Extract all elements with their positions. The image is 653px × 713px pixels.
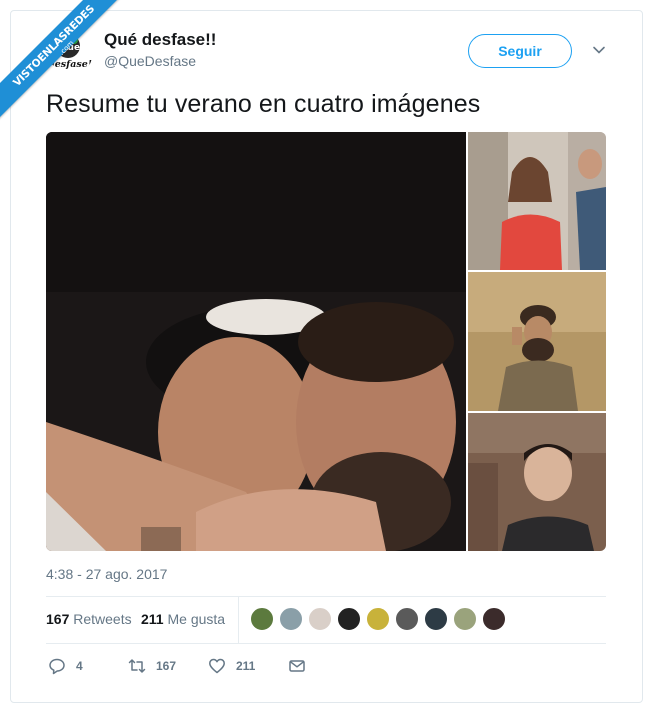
retweets-stat[interactable]: 167 Retweets bbox=[46, 611, 132, 627]
heart-icon bbox=[209, 658, 225, 674]
direct-message-button[interactable] bbox=[288, 654, 306, 678]
chevron-down-icon[interactable] bbox=[591, 42, 607, 58]
tweet-stats: 167 Retweets 211 Me gusta bbox=[46, 597, 606, 643]
liker-avatar[interactable] bbox=[453, 607, 477, 631]
stats-separator bbox=[238, 597, 239, 643]
liker-avatar[interactable] bbox=[395, 607, 419, 631]
retweet-button[interactable]: 167 bbox=[128, 654, 176, 678]
retweets-count: 167 bbox=[46, 611, 70, 627]
watermark-ribbon-text: VISTOENLASREDES bbox=[0, 0, 134, 126]
follow-button[interactable]: Seguir bbox=[468, 34, 572, 68]
likes-count: 211 bbox=[141, 611, 164, 627]
like-count: 211 bbox=[236, 659, 256, 673]
reply-button[interactable]: 4 bbox=[48, 654, 83, 678]
liker-avatar[interactable] bbox=[279, 607, 303, 631]
divider bbox=[46, 643, 606, 644]
likes-stat[interactable]: 211 Me gusta bbox=[141, 611, 225, 627]
liker-avatar[interactable] bbox=[366, 607, 390, 631]
media-photo-3[interactable] bbox=[468, 272, 606, 411]
media-photo-4[interactable] bbox=[468, 413, 606, 551]
retweets-label: Retweets bbox=[73, 611, 132, 627]
tweet-actions: 4 167 211 bbox=[46, 654, 346, 678]
media-photo-2[interactable] bbox=[468, 132, 606, 270]
retweet-count: 167 bbox=[156, 659, 177, 673]
reply-count: 4 bbox=[76, 659, 83, 673]
watermark-ribbon: VISTOENLASREDES bbox=[0, 0, 140, 140]
liker-avatar[interactable] bbox=[424, 607, 448, 631]
tweet-timestamp[interactable]: 4:38 - 27 ago. 2017 bbox=[46, 566, 167, 582]
tweet-media-grid bbox=[46, 132, 606, 551]
liker-avatar[interactable] bbox=[337, 607, 361, 631]
reply-icon bbox=[49, 658, 65, 675]
media-photo-main[interactable] bbox=[46, 132, 466, 551]
liker-avatar[interactable] bbox=[482, 607, 506, 631]
liker-avatar[interactable] bbox=[308, 607, 332, 631]
likes-label: Me gusta bbox=[167, 611, 226, 627]
mail-icon bbox=[289, 660, 305, 672]
retweet-icon bbox=[128, 659, 146, 673]
like-button[interactable]: 211 bbox=[208, 654, 255, 678]
liker-avatar[interactable] bbox=[250, 607, 274, 631]
